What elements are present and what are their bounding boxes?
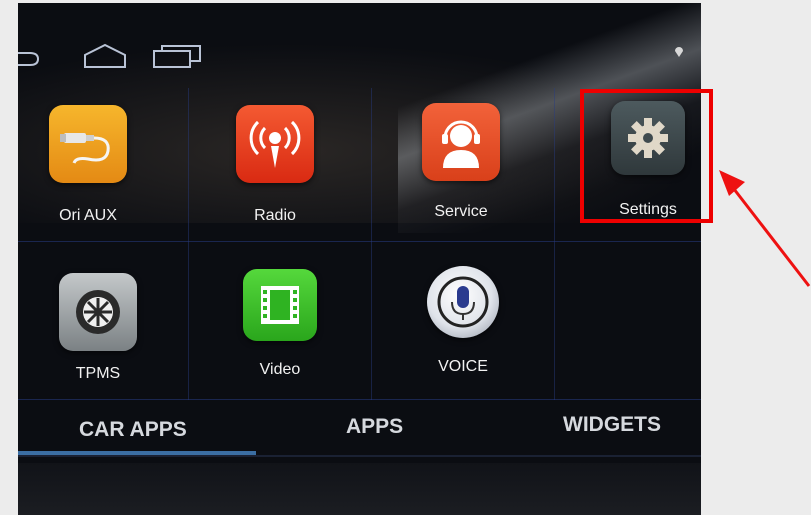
app-voice[interactable]: VOICE (388, 266, 538, 406)
film-icon (243, 269, 317, 341)
grid-divider (554, 88, 555, 400)
back-icon[interactable] (18, 49, 44, 74)
tab-apps[interactable]: APPS (346, 415, 403, 439)
selected-tab-indicator (18, 451, 256, 455)
grid-divider (371, 88, 372, 400)
grid-divider (18, 241, 701, 242)
app-video[interactable]: Video (205, 269, 355, 409)
tire-wheel-icon (59, 273, 137, 351)
settings-highlight-box (580, 89, 713, 223)
tab-divider (18, 455, 701, 457)
app-label: TPMS (75, 365, 121, 382)
tab-widgets[interactable]: WIDGETS (563, 413, 661, 437)
home-icon[interactable] (82, 43, 128, 74)
app-ori-aux[interactable]: Ori AUX (18, 101, 163, 241)
navigation-bar (18, 31, 701, 81)
microphone-icon (427, 266, 499, 338)
aux-cable-icon (49, 105, 127, 183)
tab-car-apps[interactable]: CAR APPS (79, 418, 187, 442)
location-pin-icon (674, 45, 684, 63)
car-head-unit-screen: Ori AUX Radio Service Settings TPMS Vide… (18, 3, 701, 515)
app-label: Ori AUX (59, 207, 117, 224)
bottom-bezel (18, 463, 701, 515)
red-arrow-icon (715, 168, 811, 293)
grid-divider (188, 88, 189, 400)
recent-apps-icon[interactable] (152, 43, 204, 74)
radio-broadcast-icon (236, 105, 314, 183)
app-tpms[interactable]: TPMS (23, 273, 173, 413)
app-label: VOICE (438, 358, 488, 375)
app-label: Service (434, 203, 488, 220)
app-service[interactable]: Service (386, 99, 536, 239)
app-label: Video (259, 361, 301, 378)
headset-support-icon (422, 103, 500, 181)
app-label: Radio (254, 207, 296, 224)
app-radio[interactable]: Radio (200, 101, 350, 241)
